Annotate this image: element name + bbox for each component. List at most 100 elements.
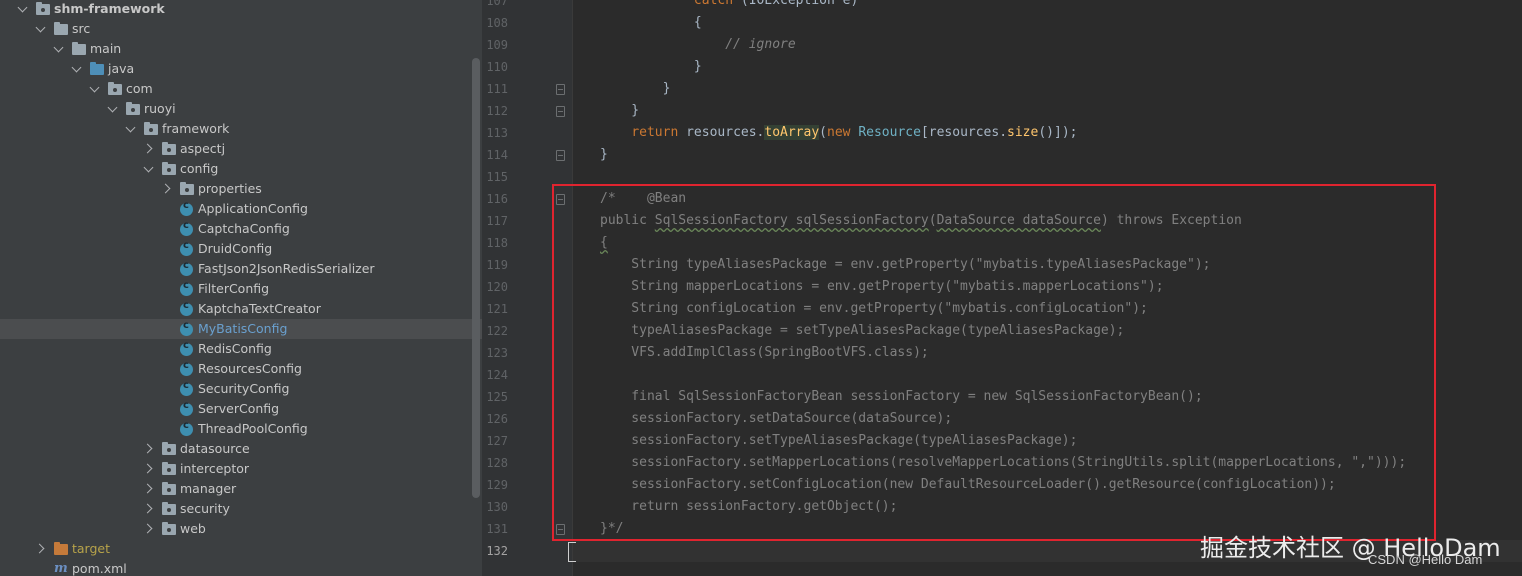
tree-item-label: SecurityConfig (198, 381, 290, 396)
code-line[interactable]: } (600, 56, 702, 78)
java-class-icon (180, 420, 193, 436)
code-token: return (631, 125, 679, 140)
tree-item-label: framework (162, 121, 230, 136)
tree-item-folder[interactable]: web (0, 519, 482, 539)
tree-item-folder[interactable]: java (0, 59, 482, 79)
java-class-icon (180, 400, 193, 416)
chevron-down-icon[interactable] (90, 79, 102, 99)
chevron-right-icon[interactable] (144, 519, 156, 539)
code-token: new (827, 125, 851, 140)
folder-icon (36, 2, 50, 15)
java-class-icon (180, 200, 193, 216)
tree-item-folder[interactable]: security (0, 499, 482, 519)
fold-marker-icon[interactable] (556, 84, 565, 95)
line-number: 115 (486, 170, 508, 184)
folder-icon (162, 522, 176, 535)
java-class-icon (180, 240, 193, 256)
chevron-right-icon[interactable] (36, 539, 48, 559)
code-token: ()]); (1038, 125, 1078, 140)
folder-icon (108, 82, 122, 95)
chevron-right-icon[interactable] (144, 439, 156, 459)
tree-item-label: aspectj (180, 141, 226, 156)
tree-item-folder[interactable]: ruoyi (0, 99, 482, 119)
tree-item-label: security (180, 501, 230, 516)
tree-item-class[interactable]: FilterConfig (0, 279, 482, 299)
tree-item-label: main (90, 41, 122, 56)
tree-item-folder[interactable]: properties (0, 179, 482, 199)
chevron-down-icon[interactable] (72, 59, 84, 79)
tree-item-class[interactable]: SecurityConfig (0, 379, 482, 399)
chevron-right-icon[interactable] (144, 139, 156, 159)
code-line[interactable]: } (600, 100, 639, 122)
tree-item-class[interactable]: CaptchaConfig (0, 219, 482, 239)
tree-item-label: ThreadPoolConfig (198, 421, 308, 436)
chevron-right-icon[interactable] (144, 459, 156, 479)
line-number: 112 (486, 104, 508, 118)
code-token: Resource (858, 125, 921, 140)
tree-item-class[interactable]: ApplicationConfig (0, 199, 482, 219)
tree-item-folder[interactable]: interceptor (0, 459, 482, 479)
code-line[interactable]: } (600, 144, 608, 166)
tree-item-folder[interactable]: framework (0, 119, 482, 139)
chevron-down-icon[interactable] (144, 159, 156, 179)
tree-item-class[interactable]: ResourcesConfig (0, 359, 482, 379)
code-token: [resources. (920, 125, 1008, 140)
chevron-down-icon[interactable] (108, 99, 120, 119)
folder-icon (162, 442, 176, 455)
tree-item-class[interactable]: FastJson2JsonRedisSerializer (0, 259, 482, 279)
tree-item-file[interactable]: m pom.xml (0, 559, 482, 576)
tree-item-folder[interactable]: manager (0, 479, 482, 499)
line-number: 118 (486, 236, 508, 250)
tree-item-label: RedisConfig (198, 341, 272, 356)
tree-item-class[interactable]: DruidConfig (0, 239, 482, 259)
tree-item-folder[interactable]: main (0, 39, 482, 59)
chevron-down-icon[interactable] (18, 0, 30, 19)
folder-icon (162, 142, 176, 155)
tree-item-class[interactable]: ThreadPoolConfig (0, 419, 482, 439)
code-line[interactable]: { (600, 12, 702, 34)
text-caret (568, 542, 576, 562)
code-line[interactable]: return resources.toArray(new Resource[re… (600, 122, 1077, 144)
tree-item-folder[interactable]: aspectj (0, 139, 482, 159)
tree-item-class[interactable]: MyBatisConfig (0, 319, 482, 339)
java-class-icon (180, 380, 193, 396)
maven-icon: m (54, 561, 68, 576)
tree-item-class[interactable]: ServerConfig (0, 399, 482, 419)
code-line[interactable]: catch (IOException e) (600, 0, 858, 12)
line-number: 121 (486, 302, 508, 316)
tree-item-label: FilterConfig (198, 281, 270, 296)
tree-item-label: properties (198, 181, 262, 196)
code-token: ( (819, 125, 827, 140)
code-token: } (600, 81, 671, 96)
tree-item-folder[interactable]: config (0, 159, 482, 179)
tree-item-folder[interactable]: src (0, 19, 482, 39)
tree-item-folder[interactable]: com (0, 79, 482, 99)
line-number: 122 (486, 324, 508, 338)
tree-item-folder[interactable]: datasource (0, 439, 482, 459)
watermark-sub: CSDN @Hello Dam (1368, 552, 1483, 567)
tree-item-folder[interactable]: target (0, 539, 482, 559)
tree-item-class[interactable]: KaptchaTextCreator (0, 299, 482, 319)
folder-icon (72, 42, 86, 55)
folder-icon (126, 102, 140, 115)
tree-scrollbar[interactable] (472, 58, 480, 498)
line-number: 114 (486, 148, 508, 162)
chevron-right-icon[interactable] (144, 499, 156, 519)
tree-item-folder[interactable]: shm-framework (0, 0, 482, 19)
line-number: 130 (486, 500, 508, 514)
tree-item-class[interactable]: RedisConfig (0, 339, 482, 359)
chevron-right-icon[interactable] (144, 479, 156, 499)
tree-item-label: datasource (180, 441, 250, 456)
chevron-down-icon[interactable] (36, 19, 48, 39)
code-line[interactable]: // ignore (600, 34, 795, 56)
fold-marker-icon[interactable] (556, 106, 565, 117)
tree-item-label: src (72, 21, 91, 36)
chevron-down-icon[interactable] (54, 39, 66, 59)
code-line[interactable]: } (600, 78, 671, 100)
fold-marker-icon[interactable] (556, 150, 565, 161)
chevron-right-icon[interactable] (162, 179, 174, 199)
java-class-icon (180, 300, 193, 316)
chevron-down-icon[interactable] (126, 119, 138, 139)
